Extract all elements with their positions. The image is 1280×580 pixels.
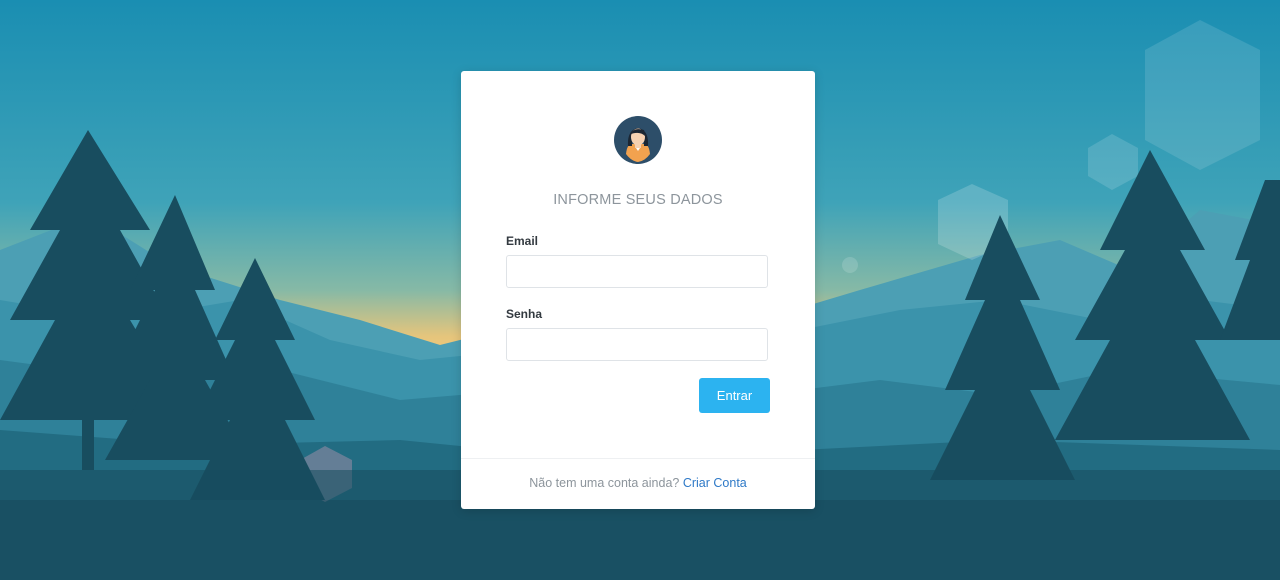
login-card: INFORME SEUS DADOS Email Senha Entrar Nã… [461, 71, 815, 509]
password-input[interactable] [506, 328, 768, 361]
email-input[interactable] [506, 255, 768, 288]
login-button[interactable]: Entrar [699, 378, 770, 413]
email-label: Email [506, 234, 539, 248]
form-heading: INFORME SEUS DADOS [553, 192, 723, 208]
card-divider [461, 458, 815, 459]
woman-avatar-icon [614, 116, 662, 164]
signup-prompt-text: Não tem uma conta ainda? [529, 476, 680, 490]
signup-prompt: Não tem uma conta ainda? Criar Conta [461, 476, 815, 490]
password-label: Senha [506, 307, 543, 321]
create-account-link[interactable]: Criar Conta [683, 476, 747, 490]
